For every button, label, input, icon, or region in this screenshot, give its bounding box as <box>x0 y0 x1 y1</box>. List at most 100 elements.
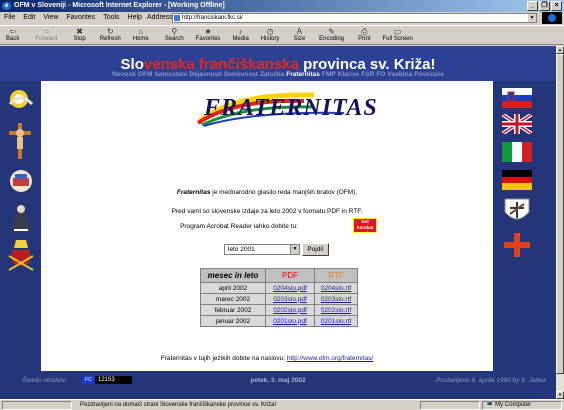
get-acrobat-reader-button[interactable]: Get Acrobat Reader <box>353 218 377 236</box>
ofm-fraternitas-link[interactable]: http://www.ofm.org/fraternitas/ <box>287 355 373 362</box>
nav-item-samostani[interactable]: Samostani <box>154 71 187 78</box>
nav-item-vsebina[interactable]: Vsebina <box>387 71 412 78</box>
menu-help[interactable]: Help <box>124 12 146 24</box>
minimize-button[interactable]: _ <box>527 1 538 11</box>
menu-edit[interactable]: Edit <box>19 12 39 24</box>
window-title: OFM v Sloveniji - Microsoft Internet Exp… <box>14 2 225 9</box>
table-row: april 2002 0204slo.pdf 0204slo.rtf <box>201 283 357 293</box>
nav-item-fraternitas[interactable]: Fraternitas <box>286 71 320 78</box>
logo-text: FRATERNITAS <box>204 95 378 121</box>
close-button[interactable]: × <box>551 1 562 11</box>
stop-button[interactable]: ✖ Stop <box>73 26 85 42</box>
security-zone: 💻 My Computer <box>486 402 532 408</box>
nav-item-novosti[interactable]: Novosti <box>112 71 136 78</box>
nav-item-fmp[interactable]: FMP <box>322 71 336 78</box>
nav-item-dejavnosti[interactable]: Dejavnosti <box>189 71 222 78</box>
menu-view[interactable]: View <box>39 12 62 24</box>
address-dropdown-icon[interactable]: ▼ <box>528 14 536 22</box>
history-icon: ◷ <box>266 27 274 36</box>
content-panel: FRATERNITAS Fraternitas je mednarodno gl… <box>41 81 493 371</box>
nav-item-ofm[interactable]: OFM <box>138 71 152 78</box>
status-pane <box>2 401 72 410</box>
rtf-link[interactable]: 0202slo.rtf <box>321 307 351 314</box>
home-button[interactable]: ⌂ Home <box>133 26 149 42</box>
stop-icon: ✖ <box>76 27 83 36</box>
table-row: marec 2002 0203slo.pdf 0203slo.rtf <box>201 294 357 304</box>
home-label: Home <box>132 36 149 42</box>
praying-figure-icon <box>6 200 36 234</box>
size-button[interactable]: A Size <box>293 26 305 42</box>
forward-button[interactable]: ⇨ Forward <box>35 26 57 42</box>
books-icon <box>8 168 34 194</box>
column-header-pdf: PDF <box>266 269 314 282</box>
windows-logo-icon <box>542 12 562 24</box>
back-label: Back <box>6 36 20 42</box>
red-cross-icon[interactable] <box>502 232 532 258</box>
internet-explorer-icon: e <box>2 2 11 10</box>
crucifix-icon <box>7 121 33 161</box>
standard-toolbar: ⇦ Back ⇨ Forward ✖ Stop ↻ Refresh ⌂ Home ⚲ Search ★ F… <box>0 25 564 45</box>
print-button[interactable]: ⎙ Print <box>358 26 370 42</box>
uk-flag-icon[interactable] <box>502 114 532 134</box>
refresh-button[interactable]: ↻ Refresh <box>100 26 121 42</box>
slovenian-flag-icon[interactable] <box>502 88 532 108</box>
scroll-down-icon[interactable]: ▼ <box>556 391 564 399</box>
media-label: Media <box>232 36 249 42</box>
forward-icon: ⇨ <box>43 27 50 36</box>
favorites-icon: ★ <box>204 27 212 36</box>
favorites-button[interactable]: ★ Favorites <box>196 26 221 42</box>
scroll-up-icon[interactable]: ▲ <box>556 46 564 54</box>
address-url: http://franciskani.fkc.si/ <box>182 15 243 21</box>
address-label: Address <box>147 14 173 21</box>
nav-item-fo[interactable]: FO <box>376 71 385 78</box>
refresh-icon: ↻ <box>106 27 114 36</box>
size-icon: A <box>296 27 302 36</box>
rtf-link[interactable]: 0201slo.rtf <box>321 318 351 325</box>
media-button[interactable]: ♪ Media <box>232 26 248 42</box>
full-screen-button[interactable]: ▭ Full Screen <box>383 26 413 42</box>
address-field[interactable]: http://franciskani.fkc.si/ ▼ <box>172 13 537 23</box>
pdf-link[interactable]: 0201slo.pdf <box>273 318 307 325</box>
full-screen-label: Full Screen <box>382 36 413 42</box>
scrollbar-thumb[interactable] <box>556 54 564 374</box>
page-icon <box>174 15 180 21</box>
maximize-button[interactable]: ❐ <box>539 1 550 11</box>
editions-text: Pred vami so slovenske izdaje za leto 20… <box>171 208 363 215</box>
window-title-bar: e OFM v Sloveniji - Microsoft Internet E… <box>0 0 564 12</box>
intro-text: Fraternitas je mednarodno glasilo reda m… <box>176 189 358 196</box>
status-message: Pozdravljeni na domači strani Slovenske … <box>80 402 277 408</box>
papal-coat-of-arms-icon <box>6 238 36 272</box>
nav-item-založba[interactable]: Založba <box>260 71 284 78</box>
author-link[interactable]: fr. Janez <box>521 377 546 384</box>
go-button[interactable]: Pojdi! <box>302 243 329 256</box>
german-flag-icon[interactable] <box>502 170 532 190</box>
rtf-link[interactable]: 0203slo.rtf <box>321 296 351 303</box>
site-navigation: Novosti OFM Samostani Dejavnosti Duhovnost Za… <box>0 71 556 78</box>
nav-item-klarise[interactable]: Klarise <box>338 71 360 78</box>
vertical-scrollbar[interactable]: ▲ ▼ <box>556 46 564 399</box>
menu-file[interactable]: File <box>0 12 19 24</box>
menu-favorites[interactable]: Favorites <box>62 12 99 24</box>
rtf-link[interactable]: 0204slo.rtf <box>321 285 351 292</box>
table-row: januar 2002 0201slo.pdf 0201slo.rtf <box>201 316 357 326</box>
nav-item-povezave[interactable]: Povezave <box>414 71 444 78</box>
encoding-button[interactable]: ✎ Encoding <box>319 26 344 42</box>
italian-flag-icon[interactable] <box>502 142 532 162</box>
chevron-down-icon[interactable]: ▼ <box>290 245 299 254</box>
window-controls: _ ❐ × <box>527 1 562 11</box>
pdf-link[interactable]: 0202slo.pdf <box>273 307 307 314</box>
year-select[interactable]: leto 2001 ▼ <box>224 244 300 255</box>
nav-item-duhovnost[interactable]: Duhovnost <box>224 71 258 78</box>
franciscan-emblem-icon[interactable] <box>502 196 532 226</box>
pdf-link[interactable]: 0204slo.pdf <box>273 285 307 292</box>
pdf-link[interactable]: 0203slo.pdf <box>273 296 307 303</box>
menu-tools[interactable]: Tools <box>99 12 123 24</box>
back-button[interactable]: ⇦ Back <box>6 26 19 42</box>
media-icon: ♪ <box>238 27 243 36</box>
search-button[interactable]: ⚲ Search <box>165 26 184 42</box>
favorites-label: Favorites <box>195 36 221 42</box>
print-icon: ⎙ <box>361 27 368 36</box>
history-button[interactable]: ◷ History <box>261 26 280 42</box>
nav-item-fsr[interactable]: FSR <box>361 71 374 78</box>
table-row: februar 2002 0202slo.pdf 0202slo.rtf <box>201 305 357 315</box>
